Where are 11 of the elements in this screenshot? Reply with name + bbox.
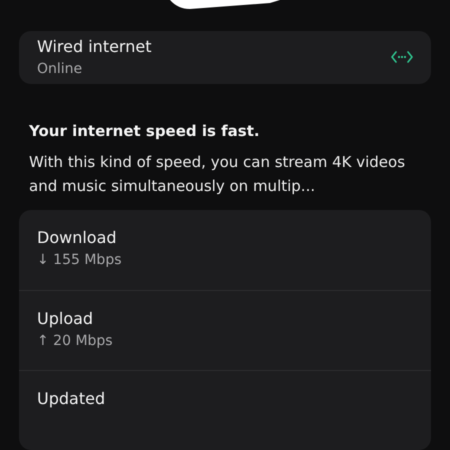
connection-status: Online [37,61,84,78]
connection-card[interactable]: Wired internet Online [19,30,431,84]
stat-value: ↓ 155 Mbps [37,252,122,268]
connection-title: Wired internet [37,37,152,56]
speed-heading: Your internet speed is fast. [29,122,261,140]
stat-label: Download [37,228,118,247]
stat-value: ↑ 20 Mbps [37,333,114,349]
speed-description: With this kind of speed, you can stream 4K videos and music simultaneously on multip... [29,152,406,197]
stat-label: Updated [37,389,106,408]
ethernet-icon [391,51,413,64]
stat-label: Upload [37,309,94,328]
